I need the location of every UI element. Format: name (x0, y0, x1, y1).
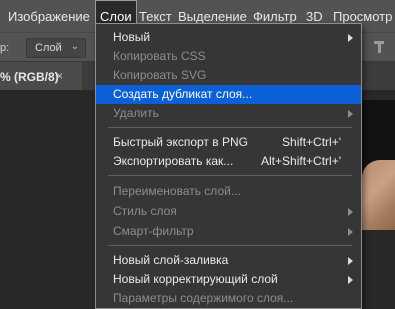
document-tab-title: % (RGB/8) (0, 70, 59, 84)
layers-menu-dropdown: Новый Копировать CSS Копировать SVG Созд… (95, 23, 362, 309)
menu-item-quick-export-png[interactable]: Быстрый экспорт в PNG Shift+Ctrl+' (96, 133, 361, 152)
menu-item-new-fill-layer[interactable]: Новый слой-заливка (96, 251, 361, 270)
menu-item-copy-css[interactable]: Копировать CSS (96, 47, 361, 66)
menu-item-layer-content-options[interactable]: Параметры содержимого слоя... (96, 289, 361, 308)
image-content (362, 160, 395, 230)
shortcut-label: Alt+Shift+Ctrl+' (261, 154, 341, 168)
submenu-arrow-icon (348, 110, 353, 118)
menu-item-smart-filter[interactable]: Смарт-фильтр (96, 222, 361, 241)
submenu-arrow-icon (348, 208, 353, 216)
auto-select-value: Слой (35, 42, 62, 54)
document-tab[interactable]: % (RGB/8) × (0, 62, 82, 90)
submenu-arrow-icon (348, 34, 353, 42)
submenu-arrow-icon (348, 257, 353, 265)
auto-select-dropdown[interactable]: Слой ⌄ (26, 38, 86, 58)
menu-image[interactable]: Изображение (8, 0, 90, 32)
submenu-arrow-icon (348, 276, 353, 284)
menu-item-new[interactable]: Новый (96, 28, 361, 47)
chevron-down-icon: ⌄ (70, 41, 79, 52)
menu-item-delete[interactable]: Удалить (96, 104, 361, 123)
menu-separator (108, 127, 352, 128)
menu-item-export-as[interactable]: Экспортировать как... Alt+Shift+Ctrl+' (96, 152, 361, 171)
menu-separator (108, 175, 352, 176)
close-icon[interactable]: × (56, 69, 63, 83)
menu-item-layer-style[interactable]: Стиль слоя (96, 202, 361, 221)
menu-item-rename-layer[interactable]: Переименовать слой... (96, 182, 361, 201)
auto-select-label: р: (0, 42, 10, 54)
submenu-arrow-icon (348, 228, 353, 236)
menu-item-new-adjustment-layer[interactable]: Новый корректирующий слой (96, 270, 361, 289)
menu-item-copy-svg[interactable]: Копировать SVG (96, 66, 361, 85)
shortcut-label: Shift+Ctrl+' (282, 135, 341, 149)
align-top-icon[interactable] (374, 41, 384, 53)
menu-separator (108, 245, 352, 246)
menu-item-duplicate-layer[interactable]: Создать дубликат слоя... (96, 85, 361, 104)
